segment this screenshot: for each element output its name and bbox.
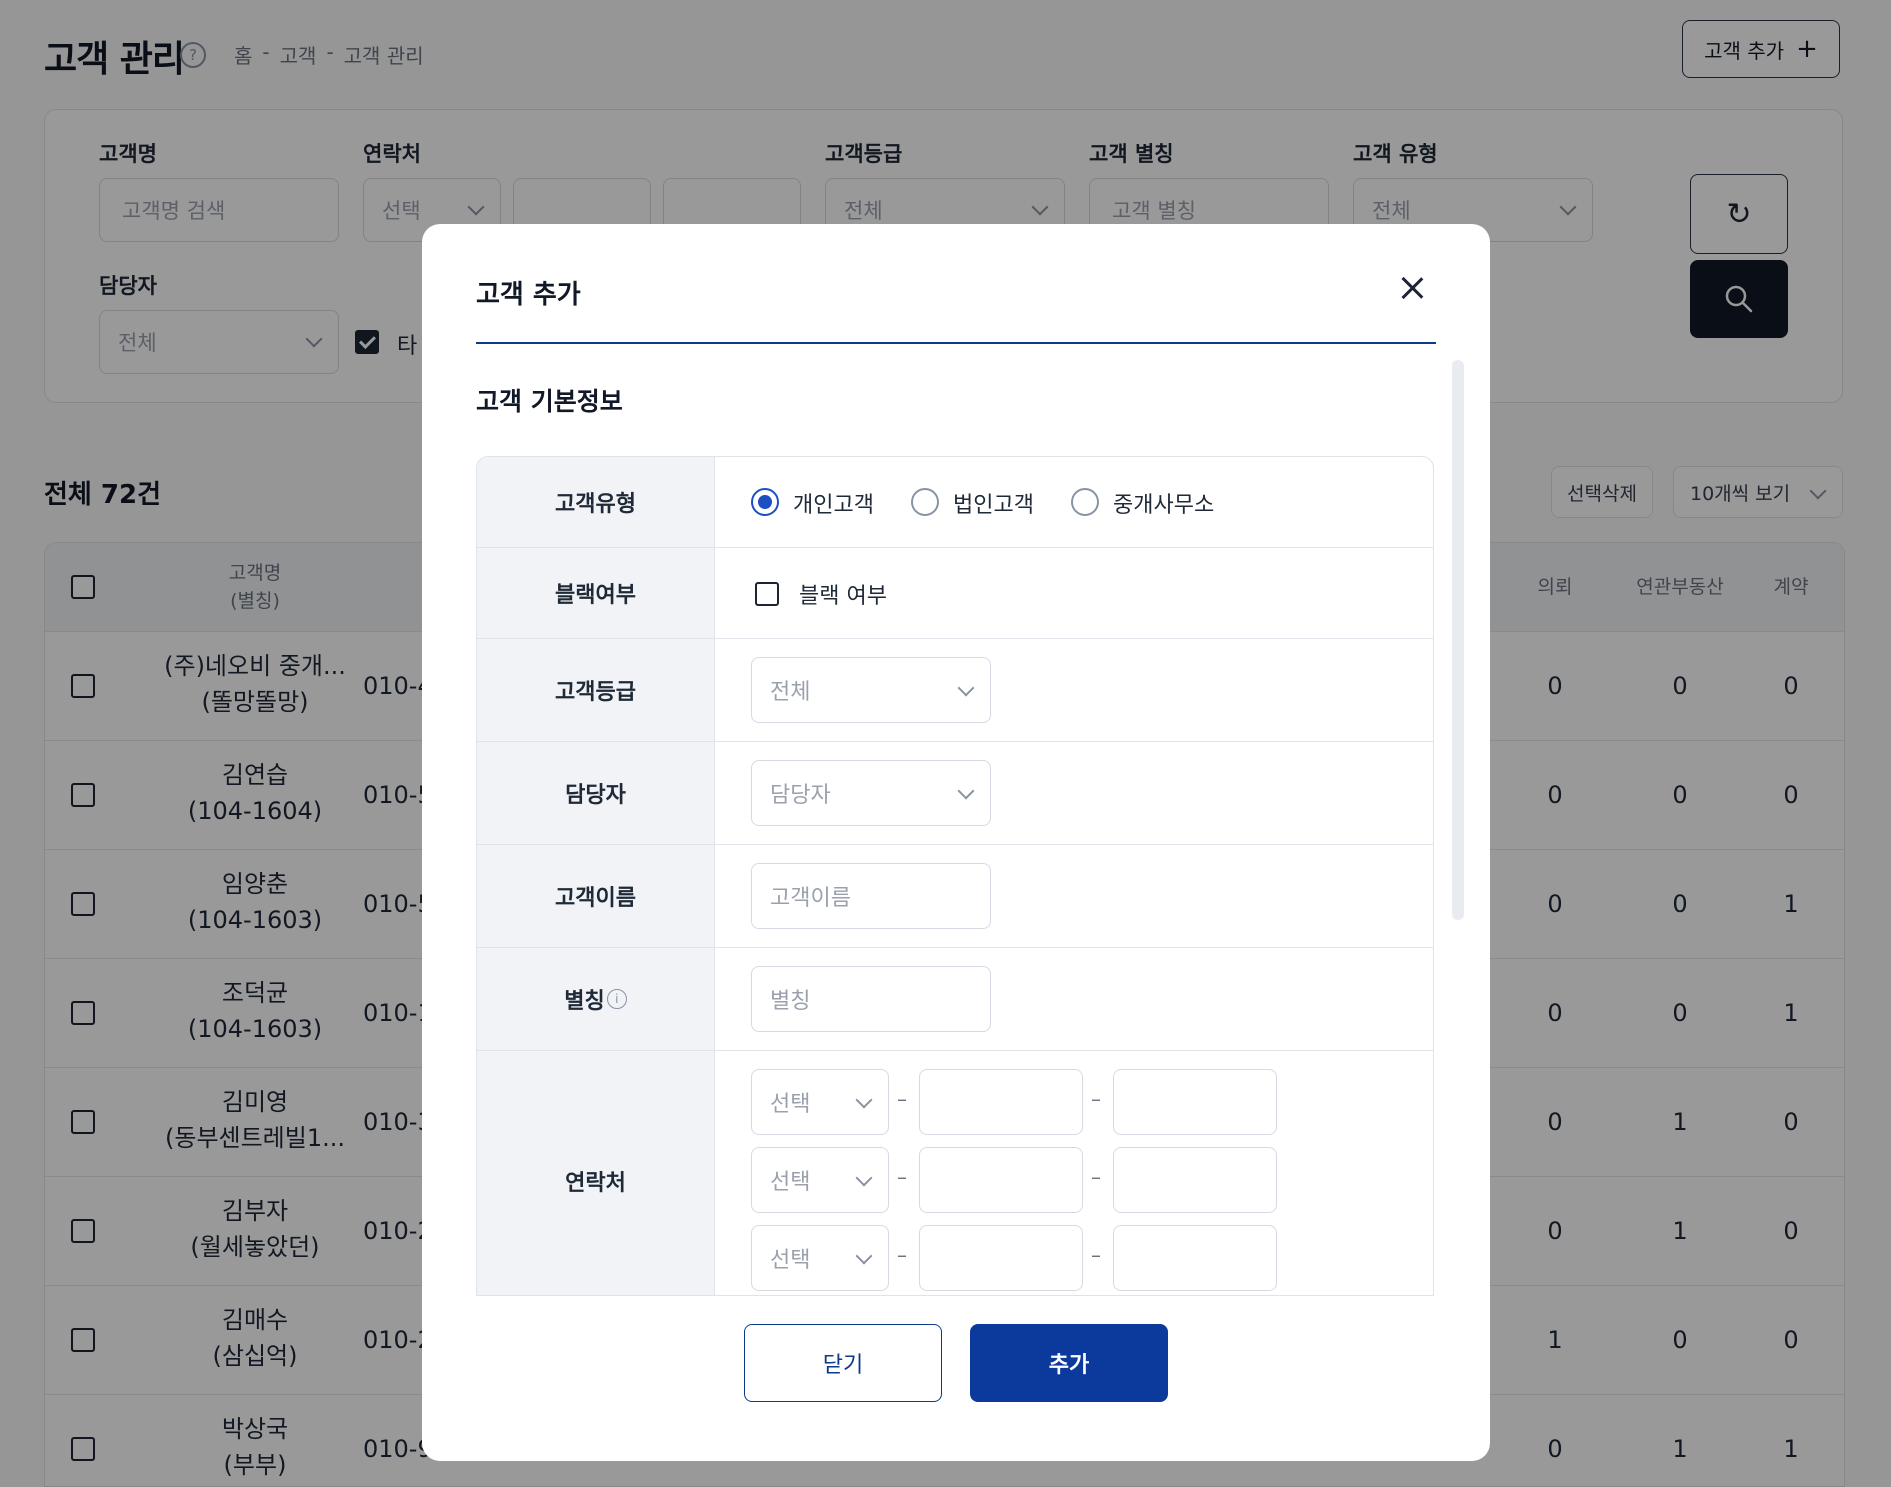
modal-title-divider bbox=[476, 342, 1436, 344]
contact-1-last-input[interactable] bbox=[1113, 1069, 1277, 1135]
dash: – bbox=[897, 1087, 907, 1111]
blacklist-field: 블랙 여부 bbox=[715, 548, 1433, 638]
grade-dropdown[interactable]: 전체 bbox=[751, 657, 991, 723]
contact-1-prefix-value: 선택 bbox=[770, 1092, 811, 1117]
radio-corporate[interactable] bbox=[911, 488, 939, 516]
blacklist-checkbox[interactable] bbox=[755, 582, 779, 606]
grade-field: 전체 bbox=[715, 639, 1433, 741]
manager-field-label: 담당자 bbox=[477, 742, 715, 844]
add-button[interactable]: 추가 bbox=[970, 1324, 1168, 1402]
alias-row: 별칭 i 별칭 bbox=[477, 948, 1433, 1051]
name-row: 고객이름 고객이름 bbox=[477, 845, 1433, 948]
radio-corporate-label[interactable]: 법인고객 bbox=[953, 487, 1034, 519]
alias-field: 별칭 bbox=[715, 948, 1433, 1050]
close-icon[interactable] bbox=[1396, 272, 1428, 304]
dash: – bbox=[1091, 1243, 1101, 1267]
contact-row: 연락처 선택 – – 선택 – – 선택 – – bbox=[477, 1051, 1433, 1295]
contact-1-prefix-select[interactable]: 선택 bbox=[751, 1069, 889, 1135]
blacklist-label: 블랙여부 bbox=[477, 548, 715, 638]
contact-3-middle-input[interactable] bbox=[919, 1225, 1083, 1291]
customer-name-input-placeholder: 고객이름 bbox=[770, 886, 851, 911]
blacklist-checkbox-label[interactable]: 블랙 여부 bbox=[799, 578, 887, 610]
alias-input-placeholder: 별칭 bbox=[770, 989, 811, 1014]
grade-field-label: 고객등급 bbox=[477, 639, 715, 741]
dash: – bbox=[1091, 1165, 1101, 1189]
contact-3-prefix-value: 선택 bbox=[770, 1248, 811, 1273]
contact-field: 선택 – – 선택 – – 선택 – – bbox=[715, 1051, 1433, 1295]
contact-2-middle-input[interactable] bbox=[919, 1147, 1083, 1213]
dash: – bbox=[1091, 1087, 1101, 1111]
radio-brokerage-label[interactable]: 중개사무소 bbox=[1113, 487, 1214, 519]
alias-field-label-text: 별칭 bbox=[564, 989, 605, 1014]
dash: – bbox=[897, 1165, 907, 1189]
section-title: 고객 기본정보 bbox=[476, 387, 623, 416]
dash: – bbox=[897, 1243, 907, 1267]
name-field-label: 고객이름 bbox=[477, 845, 715, 947]
manager-field: 담당자 bbox=[715, 742, 1433, 844]
name-field: 고객이름 bbox=[715, 845, 1433, 947]
contact-1-middle-input[interactable] bbox=[919, 1069, 1083, 1135]
contact-3-last-input[interactable] bbox=[1113, 1225, 1277, 1291]
radio-brokerage[interactable] bbox=[1071, 488, 1099, 516]
contact-field-label: 연락처 bbox=[477, 1051, 715, 1295]
chevron-down-icon bbox=[957, 782, 975, 800]
customer-type-options: 개인고객 법인고객 중개사무소 bbox=[715, 457, 1433, 547]
radio-individual[interactable] bbox=[751, 488, 779, 516]
blacklist-row: 블랙여부 블랙 여부 bbox=[477, 548, 1433, 639]
manager-dropdown-placeholder: 담당자 bbox=[770, 783, 831, 808]
customer-type-row: 고객유형 개인고객 법인고객 중개사무소 bbox=[477, 457, 1433, 548]
add-customer-modal: 고객 추가 고객 기본정보 고객유형 개인고객 법인고객 중개사무소 블랙여부 … bbox=[422, 224, 1490, 1461]
customer-basic-info-form: 고객유형 개인고객 법인고객 중개사무소 블랙여부 블랙 여부 고객등급 전체 bbox=[476, 456, 1434, 1296]
chevron-down-icon bbox=[957, 679, 975, 697]
radio-individual-label[interactable]: 개인고객 bbox=[793, 487, 874, 519]
grade-dropdown-value: 전체 bbox=[770, 680, 811, 705]
contact-3-prefix-select[interactable]: 선택 bbox=[751, 1225, 889, 1291]
alias-field-label: 별칭 i bbox=[477, 948, 715, 1050]
customer-name-input[interactable]: 고객이름 bbox=[751, 863, 991, 929]
modal-scrollbar[interactable] bbox=[1452, 360, 1464, 920]
contact-2-last-input[interactable] bbox=[1113, 1147, 1277, 1213]
chevron-down-icon bbox=[855, 1247, 873, 1265]
contact-2-prefix-value: 선택 bbox=[770, 1170, 811, 1195]
manager-row: 담당자 담당자 bbox=[477, 742, 1433, 845]
chevron-down-icon bbox=[855, 1169, 873, 1187]
chevron-down-icon bbox=[855, 1091, 873, 1109]
alias-input[interactable]: 별칭 bbox=[751, 966, 991, 1032]
grade-row: 고객등급 전체 bbox=[477, 639, 1433, 742]
info-icon[interactable]: i bbox=[606, 989, 627, 1009]
contact-2-prefix-select[interactable]: 선택 bbox=[751, 1147, 889, 1213]
customer-type-label: 고객유형 bbox=[477, 457, 715, 547]
close-button[interactable]: 닫기 bbox=[744, 1324, 942, 1402]
manager-dropdown[interactable]: 담당자 bbox=[751, 760, 991, 826]
modal-title: 고객 추가 bbox=[476, 280, 581, 310]
